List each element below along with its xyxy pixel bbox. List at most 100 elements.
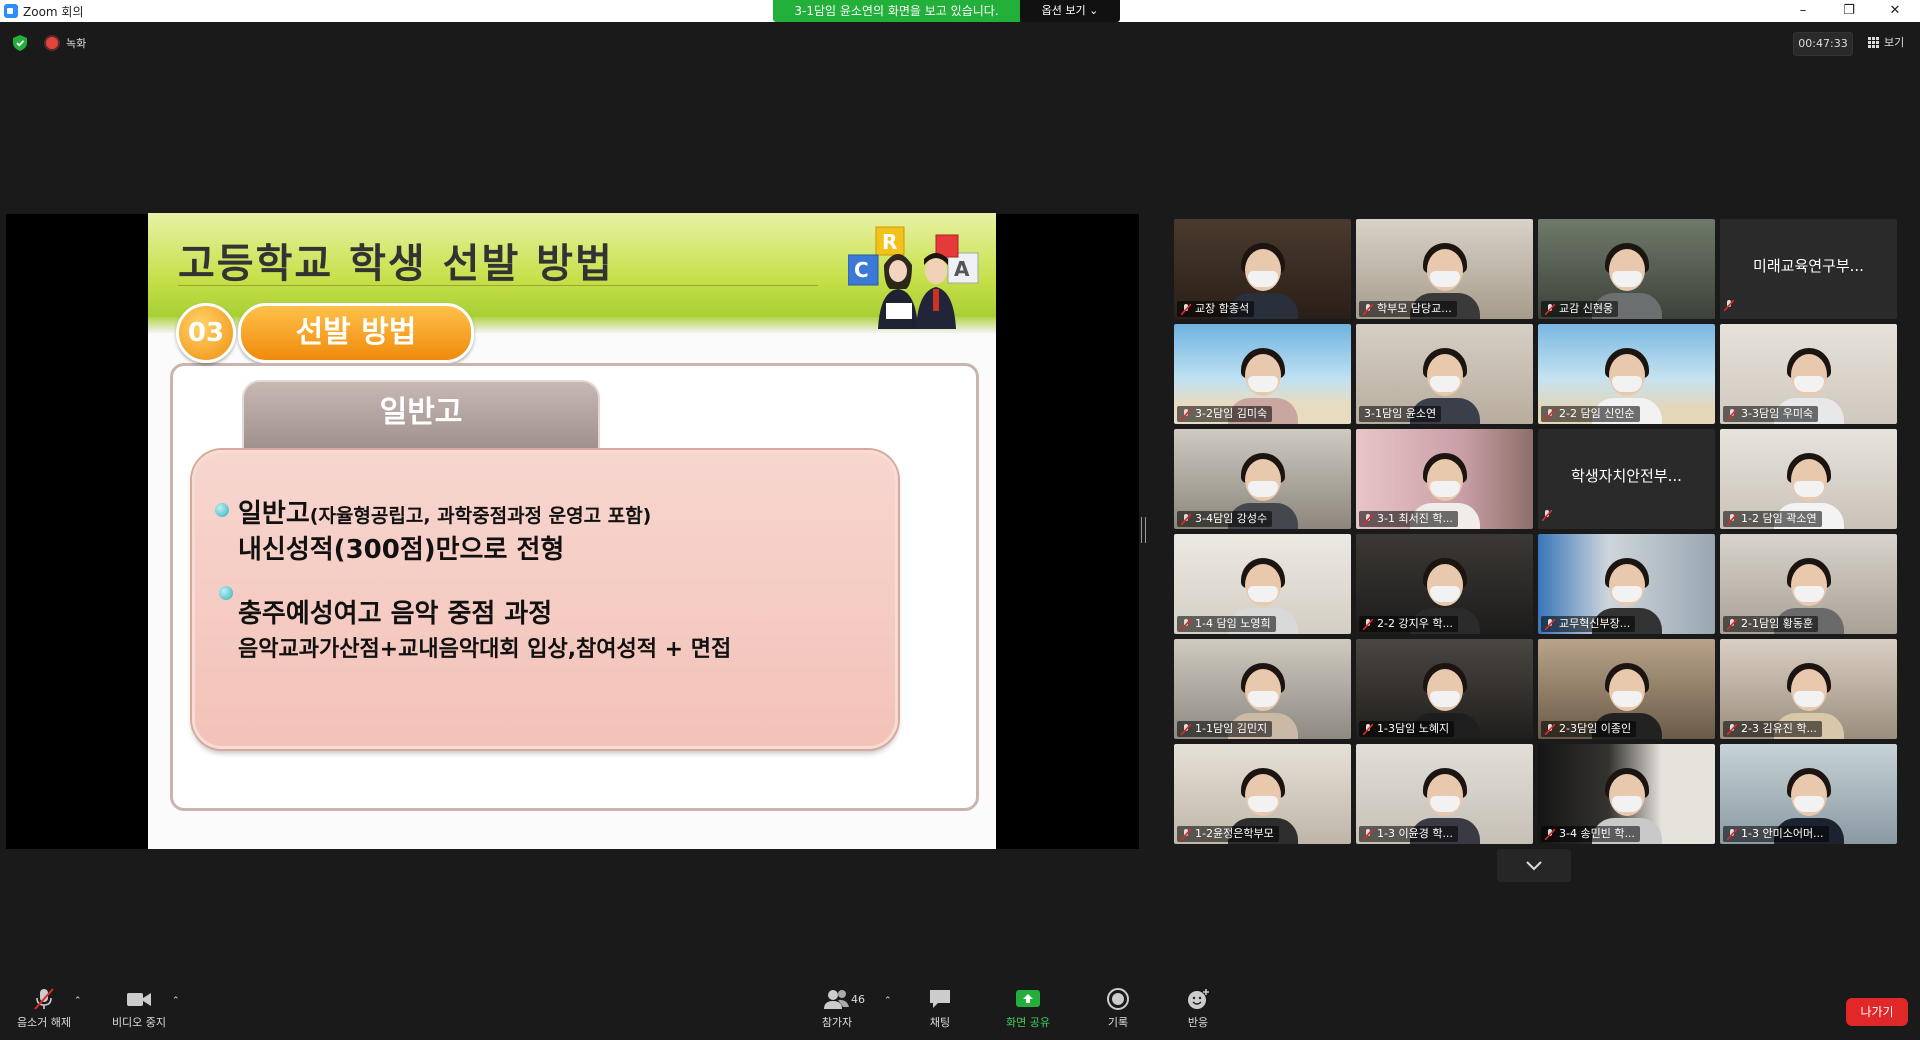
gallery-view-icon[interactable] [1868,37,1879,48]
mic-muted-icon [1181,829,1191,840]
participant-tile[interactable]: 미래교육연구부... [1720,219,1897,319]
share-screen-button[interactable]: 화면 공유 [998,988,1058,1030]
participant-tile[interactable]: 3-3담임 우미숙 [1720,324,1897,424]
participant-tile[interactable]: 2-3 김유진 학... [1720,639,1897,739]
mic-muted-icon [1363,829,1373,840]
mic-muted-icon [1363,724,1373,735]
section-number-badge: 03 [176,303,236,363]
participant-tile[interactable]: 2-1담임 황동훈 [1720,534,1897,634]
participant-name: 2-3담임 이종인 [1559,722,1632,735]
mic-muted-icon [1363,619,1373,630]
participant-name-tag: 1-2 담임 곽소연 [1723,511,1822,527]
participant-name: 3-3담임 우미숙 [1741,407,1814,420]
mic-muted-icon [1727,724,1737,735]
participant-name-tag: 1-3담임 노혜지 [1359,721,1455,737]
meeting-timer: 00:47:33 [1793,32,1853,56]
screen-share-banner: 3-1담임 윤소연의 화면을 보고 있습니다. [773,0,1020,22]
recording-icon [46,37,58,49]
bullet2-main: 충주예성여고 음악 중점 과정 [238,599,553,629]
participant-tile[interactable]: 3-1담임 윤소연 [1356,324,1533,424]
bullet-icon [219,586,233,600]
chat-bubble-icon [930,990,950,1008]
participant-tile[interactable]: 3-4담임 강성수 [1174,429,1351,529]
share-screen-label: 화면 공유 [1006,1016,1050,1029]
mic-muted-icon [1181,724,1191,735]
participant-tile[interactable]: 2-3담임 이종인 [1538,639,1715,739]
share-screen-icon [1016,990,1040,1007]
mic-muted-icon [1363,304,1373,315]
participant-name-tag: 2-1담임 황동훈 [1723,616,1819,632]
reactions-button[interactable]: 반응 [1178,988,1218,1030]
minimize-button[interactable]: – [1780,0,1826,22]
mic-muted-icon [1727,619,1737,630]
participant-name-tag: 1-3 안미소어머... [1723,826,1829,842]
participant-name-tag: 1-1담임 김민지 [1177,721,1273,737]
participant-name-tag: 1-2윤정은학부모 [1177,826,1279,842]
view-button[interactable]: 보기 [1884,34,1904,50]
bullet1-text: 일반고(자율형공립고, 과학중점과정 운영고 포함) [238,493,651,530]
view-options-button[interactable]: 옵션 보기 ⌄ [1020,0,1120,22]
deco-letter: A [954,257,970,281]
participant-name: 3-2담임 김미숙 [1195,407,1268,420]
window-title: Zoom 회의 [23,5,84,19]
participant-tile[interactable]: 교장 함종석 [1174,219,1351,319]
deco-letter: C [854,258,869,282]
participant-tile[interactable]: 학부모 담당교... [1356,219,1533,319]
video-options-caret-icon[interactable]: ⌃ [172,996,180,1006]
participant-name: 교장 함종석 [1195,302,1250,315]
mic-muted-icon [1723,299,1735,312]
stop-video-button[interactable]: 비디오 중지 [104,988,174,1030]
record-icon [1107,988,1129,1010]
chat-button[interactable]: 채팅 [920,988,960,1030]
participant-tile[interactable]: 1-3 이윤경 학... [1356,744,1533,844]
close-button[interactable]: ✕ [1872,0,1918,22]
reactions-label: 반응 [1187,1016,1209,1029]
participants-count: 46 [851,993,865,1006]
participant-tile[interactable]: 1-3 안미소어머... [1720,744,1897,844]
bullet1-line2: 내신성적(300점)만으로 전형 [238,535,565,565]
participant-tile[interactable]: 3-1 최서진 학... [1356,429,1533,529]
participant-tile[interactable]: 3-4 송민빈 학... [1538,744,1715,844]
participant-name-tag: 1-4 담임 노영희 [1177,616,1276,632]
video-camera-icon [127,993,151,1006]
restore-button[interactable]: ❐ [1826,0,1872,22]
bullet1-paren: (자율형공립고, 과학중점과정 운영고 포함) [309,505,652,527]
chevron-down-icon [1526,861,1542,871]
participant-tile[interactable]: 교감 신현웅 [1538,219,1715,319]
mic-muted-icon [1181,619,1191,630]
participant-tile[interactable]: 1-2 담임 곽소연 [1720,429,1897,529]
mic-muted-icon [1545,619,1555,630]
leave-meeting-button[interactable]: 나가기 [1846,998,1908,1026]
participant-name: 교감 신현웅 [1559,302,1614,315]
participant-tile[interactable]: 1-4 담임 노영희 [1174,534,1351,634]
chat-label: 채팅 [929,1016,951,1029]
participant-tile[interactable]: 3-2담임 김미숙 [1174,324,1351,424]
students-illustration: R C A [848,226,979,329]
audio-options-caret-icon[interactable]: ⌃ [74,996,82,1006]
split-resize-handle[interactable] [1141,517,1146,543]
participant-name: 2-2 강지우 학... [1377,617,1453,630]
participant-tile[interactable]: 1-2윤정은학부모 [1174,744,1351,844]
participant-tile[interactable]: 1-1담임 김민지 [1174,639,1351,739]
participant-tile[interactable]: 1-3담임 노혜지 [1356,639,1533,739]
participant-name: 2-1담임 황동훈 [1741,617,1814,630]
participant-tile[interactable]: 2-2 담임 신인순 [1538,324,1715,424]
mic-muted-icon [1181,514,1191,525]
participants-options-caret-icon[interactable]: ⌃ [884,996,892,1006]
encryption-shield-icon[interactable] [13,35,27,51]
participant-name: 1-2윤정은학부모 [1195,827,1274,840]
bullet2-line2: 음악교과가산점+교내음악대회 입상,참여성적 + 면접 [238,637,732,662]
participant-name: 교무혁신부장... [1559,617,1631,630]
participant-name: 1-3 안미소어머... [1741,827,1824,840]
participant-name-tag: 3-3담임 우미숙 [1723,406,1819,422]
unmute-button[interactable]: 음소거 해제 [12,988,76,1030]
record-button[interactable]: 기록 [1098,988,1138,1030]
participant-name: 1-4 담임 노영희 [1195,617,1271,630]
participant-tile[interactable]: 2-2 강지우 학... [1356,534,1533,634]
participant-tile[interactable]: 학생자치안전부... [1538,429,1715,529]
mic-muted-icon [1727,829,1737,840]
participant-tile[interactable]: 교무혁신부장... [1538,534,1715,634]
gallery-next-page-button[interactable] [1497,849,1571,882]
participant-name: 1-2 담임 곽소연 [1741,512,1817,525]
participant-name: 2-3 김유진 학... [1741,722,1817,735]
